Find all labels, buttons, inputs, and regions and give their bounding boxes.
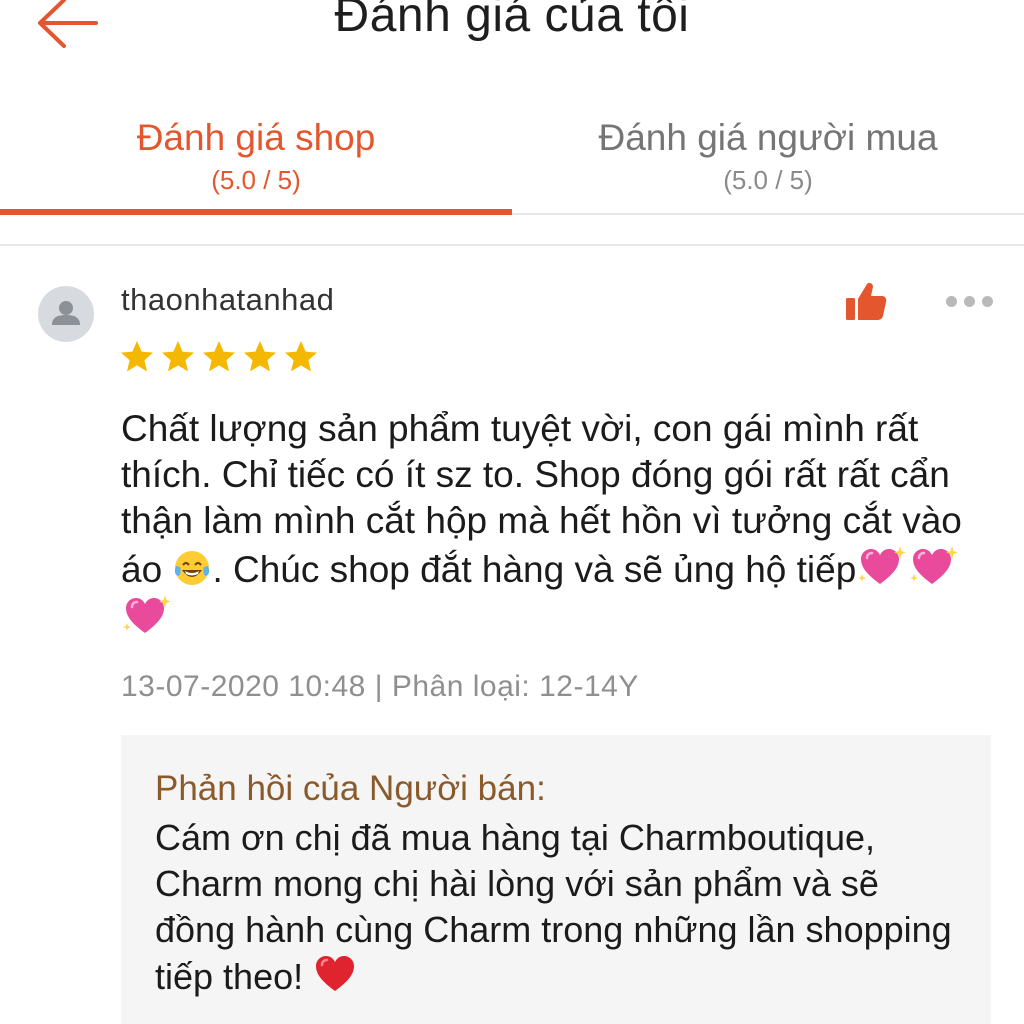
seller-reply-body: Cám ơn chị đã mua hàng tại Charmboutique… bbox=[155, 817, 952, 997]
red-heart-emoji bbox=[316, 956, 355, 991]
star-icon bbox=[162, 341, 194, 372]
page-title: Đánh giá của tôi bbox=[334, 0, 690, 42]
more-options-button[interactable] bbox=[940, 286, 1000, 316]
more-dots-icon bbox=[964, 296, 975, 307]
seller-reply-box: Phản hồi của Người bán: Cám ơn chị đã mu… bbox=[121, 735, 991, 1024]
review-page: Đánh giá của tôi Đánh giá shop (5.0 / 5)… bbox=[0, 0, 1024, 1024]
review-meta: 13-07-2020 10:48 | Phân loại: 12-14Y bbox=[121, 670, 639, 703]
tab-shop-reviews[interactable]: Đánh giá shop (5.0 / 5) bbox=[0, 100, 512, 216]
review-text: Chất lượng sản phẩm tuyệt vời, con gái m… bbox=[121, 406, 1001, 642]
star-icon bbox=[244, 341, 276, 372]
tab-score: (5.0 / 5) bbox=[723, 165, 813, 195]
tab-label: Đánh giá người mua bbox=[598, 117, 938, 158]
star-icon bbox=[121, 341, 153, 372]
more-dots-icon bbox=[982, 296, 993, 307]
tab-buyer-reviews[interactable]: Đánh giá người mua (5.0 / 5) bbox=[512, 100, 1024, 216]
reviewer-username[interactable]: thaonhatanhad bbox=[121, 282, 334, 318]
laughing-tears-emoji bbox=[175, 551, 210, 585]
tab-bar: Đánh giá shop (5.0 / 5) Đánh giá người m… bbox=[0, 100, 1024, 220]
header: Đánh giá của tôi bbox=[0, 0, 1024, 60]
sparkling-heart-emoji bbox=[910, 546, 959, 584]
sparkling-heart-emoji bbox=[123, 595, 171, 633]
thumbs-up-icon bbox=[846, 283, 887, 320]
review-text-part2: . Chúc shop đắt hàng và sẽ ủng hộ tiếp bbox=[212, 549, 857, 590]
seller-reply-title: Phản hồi của Người bán: bbox=[155, 769, 546, 808]
seller-reply-text: Cám ơn chị đã mua hàng tại Charmboutique… bbox=[155, 815, 965, 1000]
like-button[interactable] bbox=[842, 278, 890, 326]
section-divider bbox=[0, 244, 1024, 246]
tab-score: (5.0 / 5) bbox=[211, 165, 301, 195]
active-tab-indicator bbox=[0, 209, 512, 215]
tab-label: Đánh giá shop bbox=[136, 117, 376, 158]
more-dots-icon bbox=[946, 296, 957, 307]
user-icon bbox=[52, 301, 80, 325]
sparkling-heart-emoji bbox=[858, 546, 907, 584]
star-icon bbox=[203, 341, 235, 372]
avatar[interactable] bbox=[38, 286, 94, 342]
star-icon bbox=[285, 341, 317, 372]
star-rating bbox=[119, 339, 324, 379]
tab-divider bbox=[512, 213, 1024, 215]
